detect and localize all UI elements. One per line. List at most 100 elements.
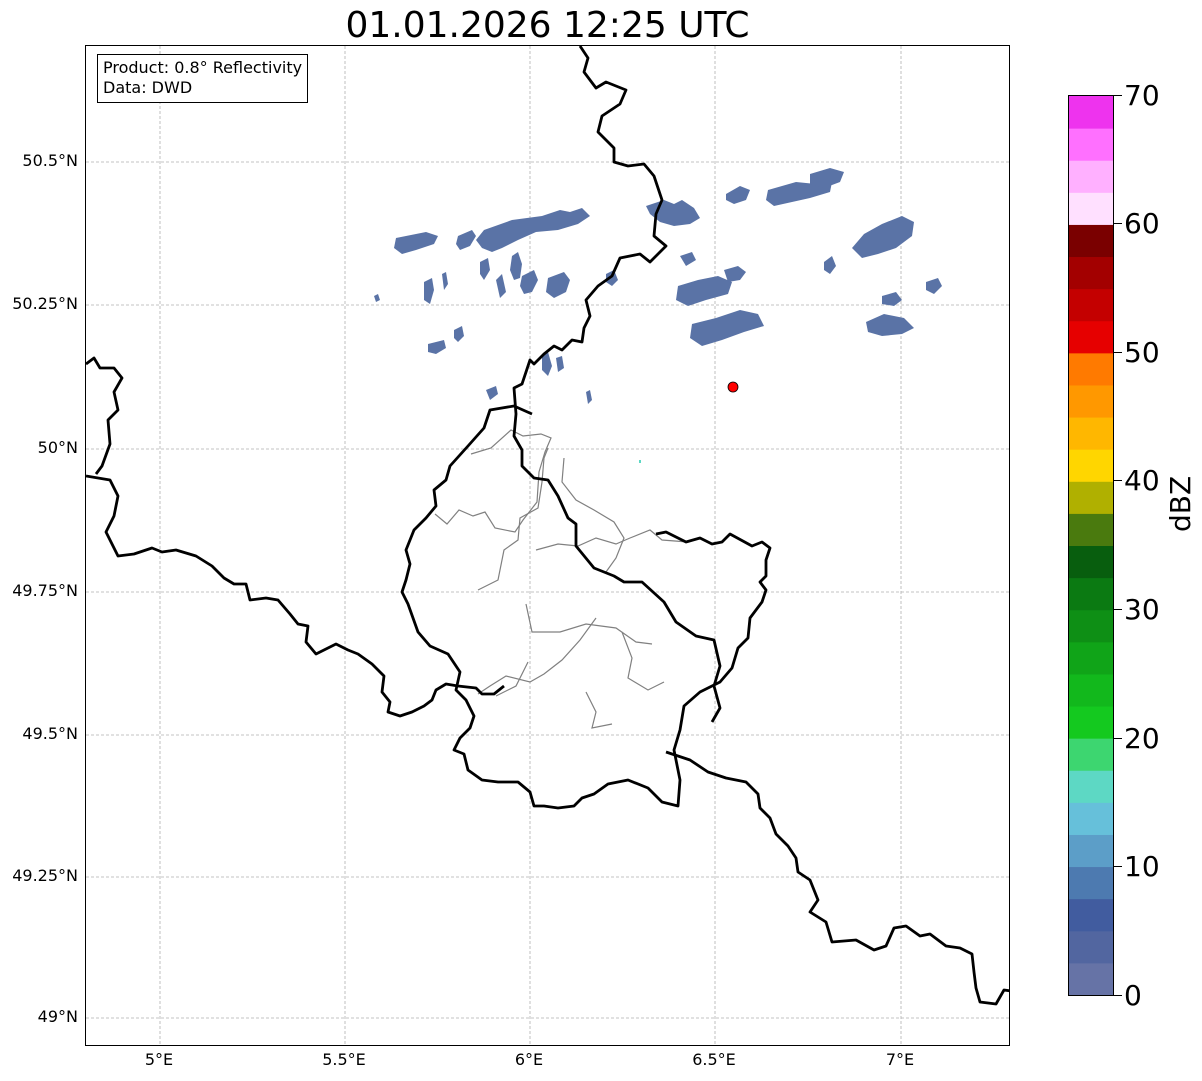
country-border <box>665 750 1009 1006</box>
reflectivity-echoes <box>374 168 942 404</box>
colorbar-swatch <box>1069 320 1113 354</box>
district-border <box>525 603 653 645</box>
colorbar-tick <box>1114 223 1122 224</box>
colorbar-tick <box>1114 738 1122 739</box>
lat-label: 49.75°N <box>12 581 78 600</box>
graticule <box>86 46 1009 1045</box>
echo-cluster <box>454 326 464 342</box>
lat-label: 49.5°N <box>22 724 78 743</box>
colorbar-swatch <box>1069 513 1113 546</box>
colorbar-swatch <box>1069 738 1113 771</box>
echo-cluster <box>866 314 914 336</box>
echo-cluster <box>810 168 844 188</box>
product-label: Product: 0.8° Reflectivity <box>103 58 303 77</box>
echo-cluster <box>676 276 732 306</box>
lat-label: 50°N <box>37 438 78 457</box>
colorbar-swatch <box>1069 866 1113 900</box>
colorbar-label: 20 <box>1124 722 1160 755</box>
colorbar-swatch <box>1069 898 1113 932</box>
map-title: 01.01.2026 12:25 UTC <box>345 5 750 46</box>
colorbar-tick <box>1114 95 1122 96</box>
echo-cluster <box>374 294 380 302</box>
colorbar-swatch <box>1069 545 1113 579</box>
echo-cluster <box>824 256 836 274</box>
colorbar-label: 50 <box>1124 336 1160 369</box>
echo-cluster <box>480 258 490 280</box>
district-border <box>477 447 549 591</box>
colorbar-swatch <box>1069 96 1113 129</box>
echo-cluster <box>726 186 750 204</box>
colorbar-swatch <box>1069 930 1113 964</box>
lon-label: 7°E <box>885 1050 915 1069</box>
colorbar-swatch <box>1069 673 1113 707</box>
colorbar-swatch <box>1069 609 1113 643</box>
echo-cluster <box>926 278 942 294</box>
lat-label: 49°N <box>37 1007 78 1026</box>
colorbar-swatch <box>1069 160 1113 193</box>
product-info-box: Product: 0.8° Reflectivity Data: DWD <box>97 54 309 103</box>
colorbar-swatch <box>1069 417 1113 450</box>
echo-cluster <box>546 272 570 298</box>
colorbar-swatch <box>1069 128 1113 161</box>
colorbar-label: 10 <box>1124 850 1160 883</box>
lon-label: 6°E <box>514 1050 544 1069</box>
colorbar-tick <box>1114 995 1122 996</box>
lat-label: 49.25°N <box>12 866 78 885</box>
echo-cluster <box>556 356 564 372</box>
colorbar-swatch <box>1069 706 1113 739</box>
colorbar-swatch <box>1069 770 1113 803</box>
colorbar-swatch <box>1069 384 1113 418</box>
colorbar-label: 60 <box>1124 207 1160 240</box>
colorbar-swatch <box>1069 577 1113 611</box>
lat-label: 50.5°N <box>22 151 78 170</box>
colorbar-swatch <box>1069 834 1113 868</box>
district-border <box>621 631 665 691</box>
echo-cluster <box>586 390 592 404</box>
country-border <box>86 474 505 718</box>
colorbar-label: 0 <box>1124 979 1142 1012</box>
echo-cluster <box>476 208 590 252</box>
colorbar-tick <box>1114 352 1122 353</box>
colorbar-swatches <box>1069 96 1113 995</box>
colorbar-swatch <box>1069 192 1113 225</box>
echo-cluster <box>724 266 746 282</box>
colorbar-swatch <box>1069 481 1113 514</box>
district-border <box>585 691 613 729</box>
echo-cluster <box>424 278 434 304</box>
map-canvas <box>86 46 1009 1045</box>
lon-label: 5.5°E <box>322 1050 366 1069</box>
echo-cluster <box>456 230 476 250</box>
colorbar <box>1068 95 1114 996</box>
colorbar-swatch <box>1069 224 1113 258</box>
colorbar-label: 40 <box>1124 464 1160 497</box>
radar-map: Product: 0.8° Reflectivity Data: DWD <box>85 45 1010 1046</box>
country-borders <box>86 46 1009 1006</box>
echo-cluster <box>680 252 696 266</box>
colorbar-unit-label: dBZ <box>1164 475 1197 532</box>
radar-site-marker[interactable] <box>727 381 739 393</box>
colorbar-swatch <box>1069 449 1113 482</box>
echo-cluster <box>882 292 902 306</box>
echo-cluster <box>510 252 522 280</box>
echo-cluster <box>428 340 446 354</box>
colorbar-swatch <box>1069 256 1113 290</box>
district-borders <box>434 429 689 729</box>
colorbar-swatch <box>1069 352 1113 386</box>
lon-label: 5°E <box>144 1050 174 1069</box>
country-border <box>86 356 124 475</box>
lat-label: 50.25°N <box>12 294 78 313</box>
colorbar-tick <box>1114 609 1122 610</box>
colorbar-label: 70 <box>1124 79 1160 112</box>
colorbar-swatch <box>1069 802 1113 835</box>
echo-cluster <box>852 216 914 258</box>
colorbar-swatch <box>1069 288 1113 322</box>
echo-cluster <box>496 274 506 298</box>
echo-cell <box>639 460 641 463</box>
colorbar-swatch <box>1069 962 1113 995</box>
echo-cluster <box>690 310 764 346</box>
colorbar-tick <box>1114 866 1122 867</box>
colorbar-tick <box>1114 480 1122 481</box>
echo-cluster <box>486 386 498 400</box>
colorbar-label: 30 <box>1124 593 1160 626</box>
data-source-label: Data: DWD <box>103 78 193 97</box>
